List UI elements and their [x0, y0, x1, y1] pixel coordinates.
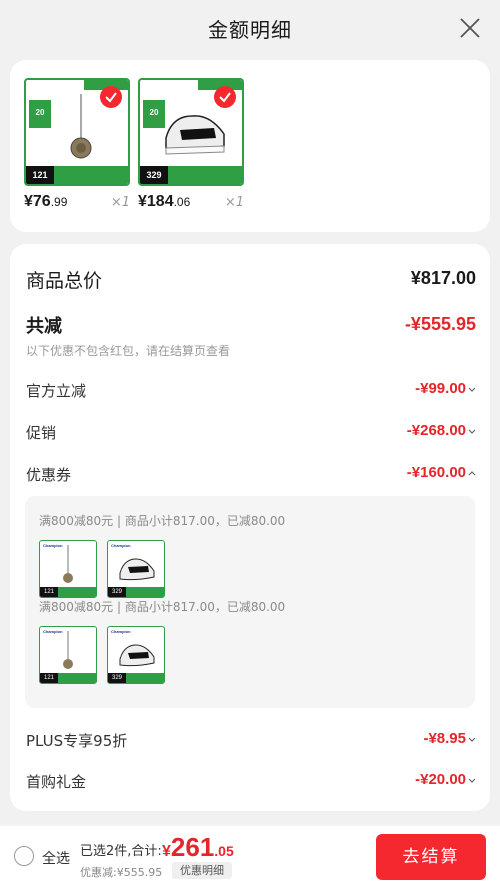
header: 金额明细 — [0, 0, 500, 58]
discount-row-promotion[interactable]: 促销 -¥268.00 — [26, 422, 476, 444]
product-item-sneaker[interactable]: 20 329 ¥184.06 ×1 — [138, 78, 244, 210]
close-icon[interactable] — [458, 16, 482, 40]
coupon-detail-box: 满800减80元 | 商品小计817.00，已减80.00 Champion 1… — [25, 496, 475, 708]
selected-info: 已选2件,合计: — [80, 844, 162, 859]
coupon-product-thumb: Champion 329 — [107, 540, 165, 598]
price-detail-card: 商品总价 ¥817.00 共减 -¥555.95 以下优惠不包含红包，请在结算页… — [10, 244, 490, 811]
select-all-radio[interactable] — [14, 846, 34, 866]
chevron-down-icon[interactable] — [468, 777, 476, 785]
total-reduction-value: -¥555.95 — [404, 314, 476, 334]
discount-row-coupon[interactable]: 优惠券 -¥160.00 — [26, 464, 476, 486]
chevron-up-icon[interactable] — [468, 469, 476, 477]
sneaker-image — [165, 115, 225, 155]
select-all-label[interactable]: 全选 — [42, 848, 70, 868]
total-price-value: ¥817.00 — [410, 268, 476, 288]
total-amount: ¥261.05 — [162, 832, 234, 862]
products-card: 20 121 ¥76.99 ×1 20 329 ¥184.06 ×1 — [10, 60, 490, 232]
product-item-pendant[interactable]: 20 121 ¥76.99 ×1 — [24, 78, 130, 210]
product-image: 20 121 — [24, 78, 130, 186]
discount-row-plus[interactable]: PLUS专享95折 -¥8.95 — [26, 730, 476, 752]
total-price-label: 商品总价 — [26, 270, 103, 292]
discount-note: 以下优惠不包含红包，请在结算页查看 — [26, 344, 231, 358]
pendant-image — [70, 94, 92, 159]
discount-row-official[interactable]: 官方立减 -¥99.00 — [26, 380, 476, 402]
coupon-detail-text: 满800减80元 | 商品小计817.00，已减80.00 — [39, 600, 286, 614]
total-reduction-label: 共减 — [26, 316, 62, 337]
chevron-down-icon[interactable] — [468, 386, 476, 394]
discount-detail-button[interactable]: 优惠明细 — [172, 862, 232, 879]
product-image: 20 329 — [138, 78, 244, 186]
total-reduction-row: 共减 -¥555.95 — [26, 312, 476, 338]
product-price: ¥184.06 — [138, 193, 191, 210]
chevron-down-icon[interactable] — [468, 428, 476, 436]
discount-row-first-purchase[interactable]: 首购礼金 -¥20.00 — [26, 771, 476, 793]
chevron-down-icon[interactable] — [468, 736, 476, 744]
coupon-product-thumb: Champion 329 — [107, 626, 165, 684]
checked-icon[interactable] — [214, 86, 236, 108]
coupon-product-thumb: Champion 121 — [39, 540, 97, 598]
page-title: 金额明细 — [208, 18, 292, 42]
coupon-product-thumb: Champion 121 — [39, 626, 97, 684]
checkout-bar: 全选 已选2件,合计: ¥261.05 优惠减:¥555.95 优惠明细 去结算 — [0, 826, 500, 881]
discount-summary: 优惠减:¥555.95 — [80, 866, 163, 879]
checkout-button[interactable]: 去结算 — [376, 834, 486, 880]
coupon-detail-text: 满800减80元 | 商品小计817.00，已减80.00 — [39, 514, 286, 528]
product-quantity: ×1 — [224, 195, 244, 210]
total-price-row: 商品总价 ¥817.00 — [26, 266, 476, 292]
product-price: ¥76.99 — [24, 193, 68, 210]
product-quantity: ×1 — [110, 195, 130, 210]
checked-icon[interactable] — [100, 86, 122, 108]
